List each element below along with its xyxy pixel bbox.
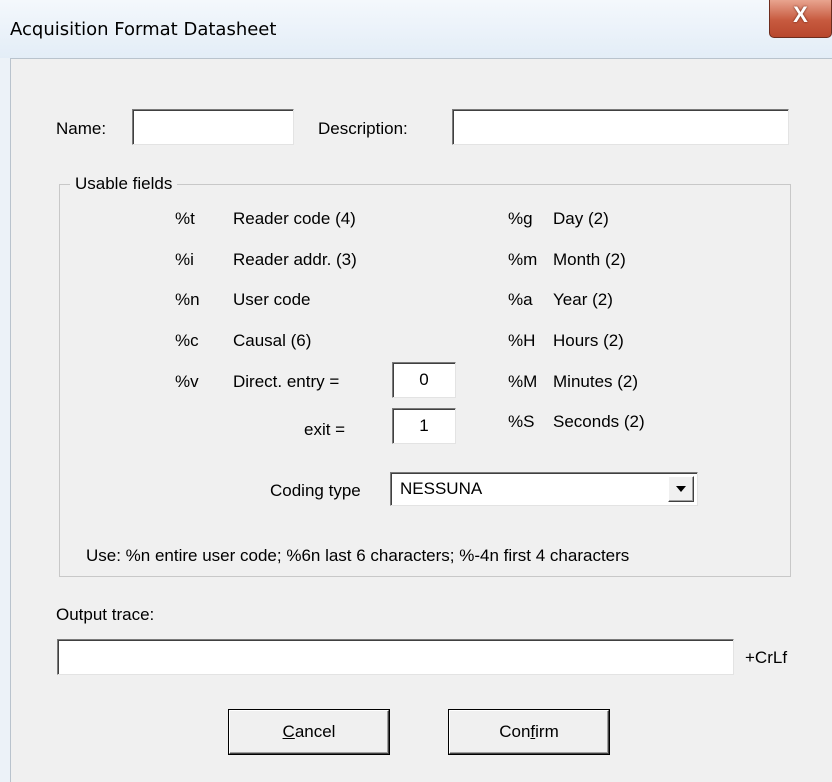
field-label: Hours (2) — [553, 331, 624, 350]
field-label: Minutes (2) — [553, 372, 639, 391]
usage-note: Use: %n entire user code; %6n last 6 cha… — [86, 546, 630, 565]
coding-type-value: NESSUNA — [400, 479, 483, 498]
title-bar[interactable]: Acquisition Format Datasheet X — [0, 0, 832, 58]
entry-value-input[interactable]: 0 — [392, 362, 456, 398]
cancel-mnemonic: C — [282, 722, 295, 741]
field-label: Reader addr. (3) — [233, 250, 357, 269]
name-label: Name: — [56, 119, 107, 138]
exit-label: exit = — [304, 420, 346, 439]
description-input[interactable] — [452, 109, 789, 145]
window-title: Acquisition Format Datasheet — [10, 19, 277, 40]
field-code: %n — [175, 290, 200, 309]
field-label: Direct. entry = — [233, 372, 340, 391]
output-trace-input[interactable] — [57, 639, 734, 675]
coding-type-select[interactable]: NESSUNA — [390, 472, 698, 506]
exit-value-input[interactable]: 1 — [392, 408, 456, 444]
field-code: %i — [175, 250, 194, 269]
output-trace-label: Output trace: — [56, 605, 155, 624]
field-code: %S — [508, 412, 535, 431]
coding-type-dropdown-button[interactable] — [668, 476, 694, 502]
field-label: Seconds (2) — [553, 412, 645, 431]
chevron-down-icon — [676, 486, 686, 492]
close-button[interactable]: X — [769, 0, 832, 38]
cancel-label-rest: ancel — [294, 722, 336, 741]
field-label: Causal (6) — [233, 331, 312, 350]
name-input[interactable] — [132, 109, 294, 145]
field-label: Year (2) — [553, 290, 613, 309]
confirm-label-pre: Con — [499, 722, 531, 741]
field-code: %c — [175, 331, 199, 350]
field-label: User code — [233, 290, 311, 309]
field-label: Reader code (4) — [233, 209, 356, 228]
confirm-label-post: irm — [535, 722, 559, 741]
field-code: %H — [508, 331, 536, 350]
usable-fields-title: Usable fields — [70, 174, 178, 194]
field-label: Day (2) — [553, 209, 609, 228]
field-code: %v — [175, 372, 199, 391]
output-trace-suffix: +CrLf — [745, 648, 788, 667]
field-code: %m — [508, 250, 538, 269]
field-label: Month (2) — [553, 250, 626, 269]
close-icon: X — [793, 2, 808, 27]
dialog-window: Acquisition Format Datasheet X Name: Des… — [0, 0, 832, 782]
cancel-button[interactable]: Cancel — [229, 710, 389, 754]
confirm-button[interactable]: Confirm — [449, 710, 609, 754]
field-code: %a — [508, 290, 533, 309]
coding-type-label: Coding type — [270, 481, 361, 500]
field-code: %g — [508, 209, 533, 228]
field-code: %M — [508, 372, 538, 391]
field-code: %t — [175, 209, 195, 228]
description-label: Description: — [318, 119, 408, 138]
